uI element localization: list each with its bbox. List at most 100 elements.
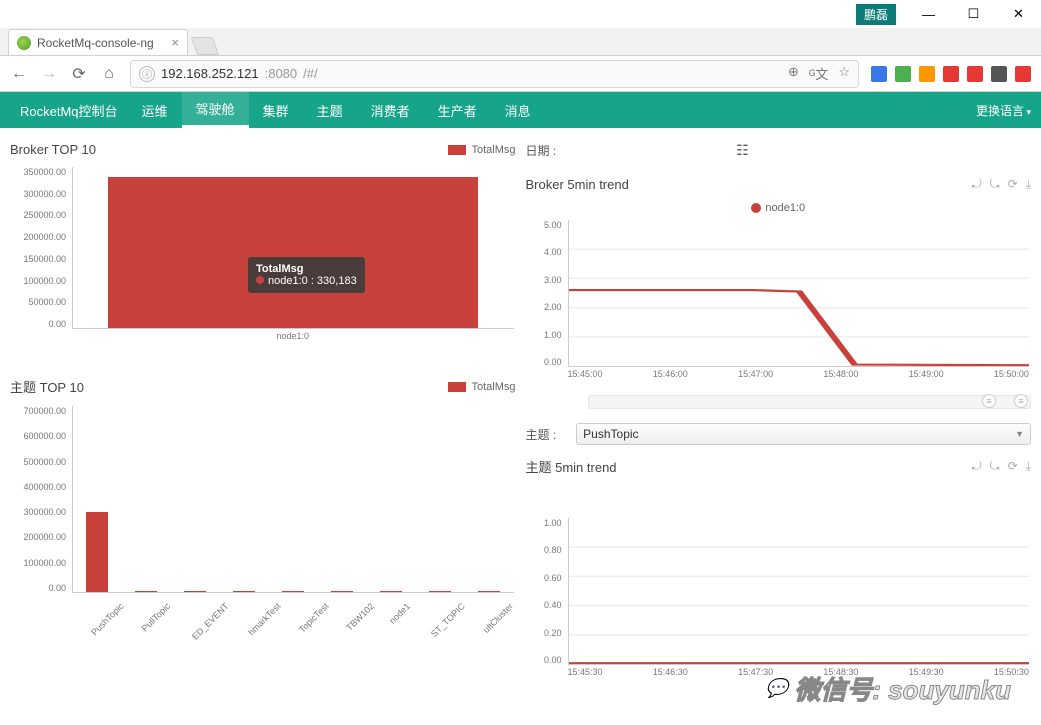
bar-ultCluster[interactable] <box>478 591 500 592</box>
extension-icon[interactable] <box>895 66 911 82</box>
topic-trend-svg <box>569 518 1030 664</box>
forward-button[interactable]: → <box>40 65 58 83</box>
bookmark-star-icon[interactable]: ☆ <box>838 64 850 83</box>
broker-trend-header: Broker 5min trend ⤾ ⤿ ⟳ ⤓ <box>526 173 1032 196</box>
slider-handle-left[interactable]: ≡ <box>982 394 996 408</box>
nav-item-3[interactable]: 主题 <box>303 92 357 128</box>
chart-tool-icon[interactable]: ⟳ <box>1008 177 1018 192</box>
date-label: 日期 : <box>526 142 557 159</box>
broker-top10-chart[interactable]: 350000.00300000.00250000.00200000.001500… <box>10 167 516 347</box>
window-maximize-button[interactable]: ☐ <box>951 0 996 28</box>
axis-tick: 2.00 <box>544 302 562 312</box>
bar-TBW102[interactable] <box>331 591 353 592</box>
url-port: :8080 <box>265 66 298 81</box>
axis-tick: 15:45:00 <box>568 369 603 379</box>
axis-tick: ultCluster <box>481 601 515 635</box>
bar-hmarkTest[interactable] <box>233 591 255 592</box>
axis-tick: 350000.00 <box>23 167 66 177</box>
url-path: /#/ <box>303 66 317 81</box>
chart-tool-icon[interactable]: ⟳ <box>1008 459 1018 474</box>
topic-trend-chart[interactable]: 1.000.800.600.400.200.00 15:45:3015:46:3… <box>526 518 1032 683</box>
site-info-icon[interactable]: ⓘ <box>139 66 155 82</box>
slider-handle-right[interactable]: ≡ <box>1014 394 1028 408</box>
window-titlebar: 鹏磊 — ☐ ✕ <box>0 0 1041 28</box>
topic-select[interactable]: PushTopic ▼ <box>576 423 1031 445</box>
chart-tool-icon[interactable]: ⤿ <box>990 177 1000 192</box>
axis-tick: 15:47:00 <box>738 369 773 379</box>
url-host: 192.168.252.121 <box>161 66 259 81</box>
time-slider[interactable]: ≡ ≡ <box>588 395 1032 409</box>
zoom-icon[interactable]: ⊕ <box>788 64 799 83</box>
bar-node1[interactable] <box>108 177 478 328</box>
chart-legend[interactable]: TotalMsg <box>448 381 515 393</box>
chart-tool-icon[interactable]: ⤾ <box>972 177 982 192</box>
address-bar[interactable]: ⓘ 192.168.252.121 :8080 /#/ ⊕ ᴳ文 ☆ <box>130 60 859 88</box>
panel-title: Broker TOP 10 <box>10 142 96 157</box>
window-close-button[interactable]: ✕ <box>996 0 1041 28</box>
axis-tick: 1.00 <box>544 518 562 528</box>
left-column: Broker TOP 10 TotalMsg 350000.00300000.0… <box>10 138 516 683</box>
bar-PullTopic[interactable] <box>135 591 157 592</box>
broker-trend-chart[interactable]: 5.004.003.002.001.000.00 15:45:0015:46:0… <box>526 220 1032 385</box>
nav-item-1[interactable]: 驾驶舱 <box>182 92 249 128</box>
bar-ST_TOPIC[interactable] <box>429 591 451 592</box>
legend-label: TotalMsg <box>471 381 515 393</box>
series-node1[interactable] <box>569 290 1030 365</box>
axis-tick: 600000.00 <box>23 431 66 441</box>
panel-title: Broker 5min trend <box>526 177 629 192</box>
nav-item-0[interactable]: 运维 <box>128 92 182 128</box>
axis-tick: 4.00 <box>544 247 562 257</box>
topic-top10-header: 主题 TOP 10 TotalMsg <box>10 373 516 400</box>
app-brand[interactable]: RocketMq控制台 <box>10 101 128 120</box>
bar-TopicTest[interactable] <box>282 591 304 592</box>
axis-tick: 3.00 <box>544 275 562 285</box>
extension-icon[interactable] <box>1015 66 1031 82</box>
chart-toolbar: ⤾ ⤿ ⟳ ⤓ <box>972 459 1031 474</box>
axis-tick: 0.20 <box>544 628 562 638</box>
chart-tool-icon[interactable]: ⤓ <box>1026 177 1031 192</box>
date-row: 日期 : ☷ <box>526 138 1032 167</box>
extension-icon[interactable] <box>871 66 887 82</box>
topic-select-value: PushTopic <box>583 427 638 441</box>
bar-node1[interactable] <box>380 591 402 592</box>
bar-PushTopic[interactable] <box>86 512 108 592</box>
new-tab-button[interactable] <box>191 37 220 55</box>
browser-tab[interactable]: RocketMq-console-ng × <box>8 29 188 55</box>
calendar-icon[interactable]: ☷ <box>736 142 749 159</box>
tab-close-button[interactable]: × <box>171 35 179 50</box>
home-button[interactable]: ⌂ <box>100 65 118 83</box>
topic-trend-header: 主题 5min trend ⤾⤿⟳⤓ <box>526 453 1032 480</box>
legend-label: TotalMsg <box>471 144 515 156</box>
nav-item-4[interactable]: 消费者 <box>357 92 424 128</box>
extension-icon[interactable] <box>967 66 983 82</box>
window-minimize-button[interactable]: — <box>906 0 951 28</box>
extension-icon[interactable] <box>919 66 935 82</box>
nav-item-2[interactable]: 集群 <box>249 92 303 128</box>
chart-tool-icon[interactable]: ⤓ <box>1026 459 1031 474</box>
chart-legend[interactable]: node1:0 <box>526 202 1032 214</box>
extension-icon[interactable] <box>991 66 1007 82</box>
legend-label: node1:0 <box>765 202 805 214</box>
bar-ED_EVENT[interactable] <box>184 591 206 592</box>
language-switch[interactable]: 更换语言 <box>976 102 1031 119</box>
window-user-tag: 鹏磊 <box>856 4 896 25</box>
nav-item-6[interactable]: 消息 <box>491 92 545 128</box>
axis-tick: 250000.00 <box>23 210 66 220</box>
reload-button[interactable]: ⟳ <box>70 64 88 84</box>
chart-tooltip: TotalMsg node1:0 : 330,183 <box>248 257 365 293</box>
broker-trend-svg <box>569 220 1030 366</box>
axis-tick: 200000.00 <box>23 232 66 242</box>
chart-tool-icon[interactable]: ⤾ <box>972 459 982 474</box>
chart-tool-icon[interactable]: ⤿ <box>990 459 1000 474</box>
axis-tick: 0.00 <box>544 357 562 367</box>
back-button[interactable]: ← <box>10 65 28 83</box>
axis-tick: PullTopic <box>140 601 173 634</box>
translate-icon[interactable]: ᴳ文 <box>809 64 828 83</box>
axis-tick: 0.00 <box>544 655 562 665</box>
topic-top10-chart[interactable]: 700000.00600000.00500000.00400000.003000… <box>10 406 516 611</box>
axis-tick: TBW102 <box>345 601 377 633</box>
nav-item-5[interactable]: 生产者 <box>424 92 491 128</box>
axis-tick: 700000.00 <box>23 406 66 416</box>
extension-icon[interactable] <box>943 66 959 82</box>
chart-legend[interactable]: TotalMsg <box>448 144 515 156</box>
